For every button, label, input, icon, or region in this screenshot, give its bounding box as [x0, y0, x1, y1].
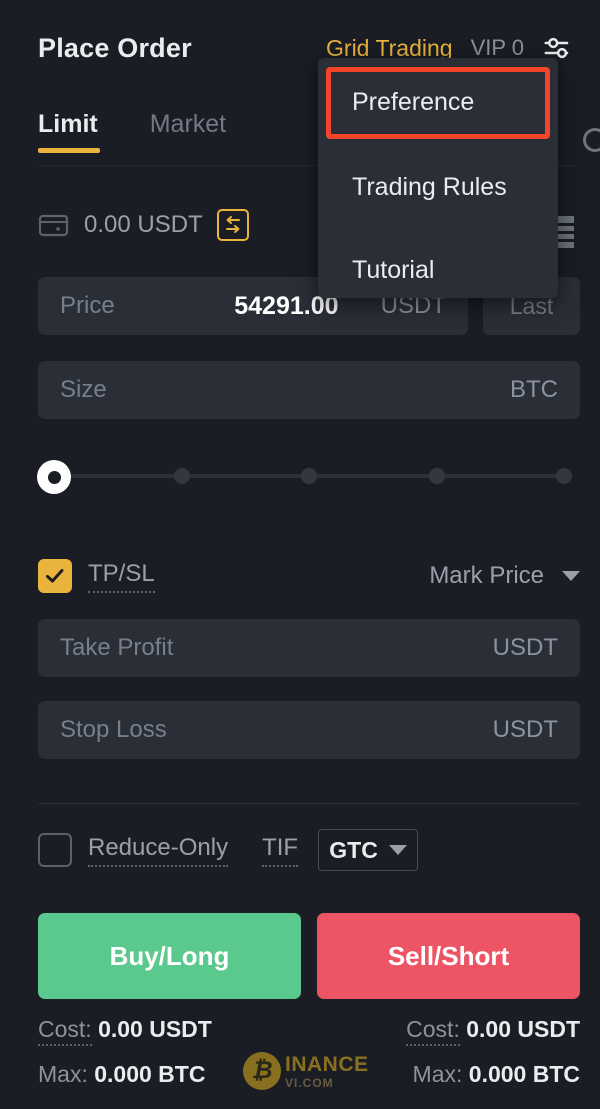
stop-loss-unit: USDT	[492, 716, 558, 743]
slider-handle[interactable]	[37, 460, 71, 494]
sell-max-value: 0.000 BTC	[468, 1061, 580, 1087]
sell-max-key: Max:	[412, 1061, 463, 1087]
buy-cost-line: Cost: 0.00 USDT	[38, 1016, 212, 1046]
settings-dropdown-menu: Preference Trading Rules Tutorial	[318, 58, 558, 298]
slider-tick-25[interactable]	[174, 468, 190, 484]
chevron-down-icon	[562, 571, 580, 581]
price-label: Price	[60, 292, 115, 319]
buy-cost-key: Cost:	[38, 1016, 92, 1046]
checkmark-icon	[46, 569, 64, 583]
buy-cost-value: 0.00 USDT	[98, 1016, 212, 1042]
wallet-icon	[38, 214, 69, 237]
reduce-only-checkbox[interactable]	[38, 833, 72, 867]
slider-tick-100[interactable]	[556, 468, 572, 484]
take-profit-unit: USDT	[492, 634, 558, 661]
buy-max-key: Max:	[38, 1061, 88, 1087]
transfer-swap-icon	[225, 216, 240, 233]
take-profit-input[interactable]: Take Profit USDT	[38, 619, 580, 677]
watermark-sub: VI.COM	[285, 1075, 334, 1090]
sell-cost-key: Cost:	[406, 1016, 460, 1046]
stop-loss-input[interactable]: Stop Loss USDT	[38, 701, 580, 759]
tpsl-trigger-select[interactable]: Mark Price	[429, 562, 580, 590]
tab-limit[interactable]: Limit	[38, 110, 100, 153]
sell-short-button[interactable]: Sell/Short	[317, 913, 580, 999]
buy-long-button[interactable]: Buy/Long	[38, 913, 301, 999]
reduce-only-label: Reduce-Only	[88, 834, 229, 867]
wallet-balance-row: 0.00 USDT	[38, 209, 249, 241]
watermark-text: INANCE VI.COM	[285, 1054, 369, 1089]
stop-loss-placeholder: Stop Loss	[60, 716, 167, 743]
bitcoin-logo-icon: ₿	[243, 1052, 281, 1090]
buy-max-value: 0.000 BTC	[94, 1061, 206, 1087]
options-divider	[38, 803, 580, 804]
tpsl-trigger-value: Mark Price	[429, 562, 544, 589]
order-book-ladder-icon[interactable]	[556, 214, 576, 252]
page-title: Place Order	[38, 32, 192, 63]
chevron-down-icon	[388, 845, 407, 855]
order-options-row: Reduce-Only TIF GTC	[38, 828, 580, 872]
menu-item-tutorial[interactable]: Tutorial	[352, 256, 434, 285]
tif-label: TIF	[262, 834, 299, 867]
sell-cost-line: Cost: 0.00 USDT	[406, 1016, 580, 1046]
tpsl-checkbox[interactable]	[38, 559, 72, 593]
menu-item-preference[interactable]: Preference	[352, 88, 474, 117]
tab-overflow-indicator[interactable]	[583, 128, 600, 152]
size-placeholder: Size	[60, 376, 107, 403]
tpsl-row: TP/SL Mark Price	[38, 556, 580, 596]
tif-value: GTC	[329, 836, 378, 863]
buy-side-info: Cost: 0.00 USDT Max: 0.000 BTC	[38, 1016, 212, 1106]
tab-market[interactable]: Market	[150, 110, 226, 153]
watermark-main: INANCE	[285, 1052, 369, 1076]
tpsl-label: TP/SL	[88, 560, 155, 593]
site-watermark: ₿ INANCE VI.COM	[243, 1052, 369, 1090]
size-unit: BTC	[510, 376, 558, 403]
transfer-button[interactable]	[216, 209, 249, 241]
place-order-panel: Place Order Grid Trading VIP 0 Limit Mar…	[0, 0, 600, 1109]
buy-max-line: Max: 0.000 BTC	[38, 1061, 212, 1088]
wallet-balance-value: 0.00 USDT	[84, 211, 203, 238]
slider-tick-50[interactable]	[301, 468, 317, 484]
sell-cost-value: 0.00 USDT	[466, 1016, 580, 1042]
menu-item-trading-rules[interactable]: Trading Rules	[352, 173, 507, 202]
sell-max-line: Max: 0.000 BTC	[406, 1061, 580, 1088]
take-profit-placeholder: Take Profit	[60, 634, 174, 661]
size-input[interactable]: Size BTC	[38, 361, 580, 419]
tif-select[interactable]: GTC	[318, 829, 419, 871]
size-percent-slider[interactable]	[37, 455, 580, 497]
sell-side-info: Cost: 0.00 USDT Max: 0.000 BTC	[406, 1016, 580, 1106]
slider-tick-75[interactable]	[429, 468, 445, 484]
